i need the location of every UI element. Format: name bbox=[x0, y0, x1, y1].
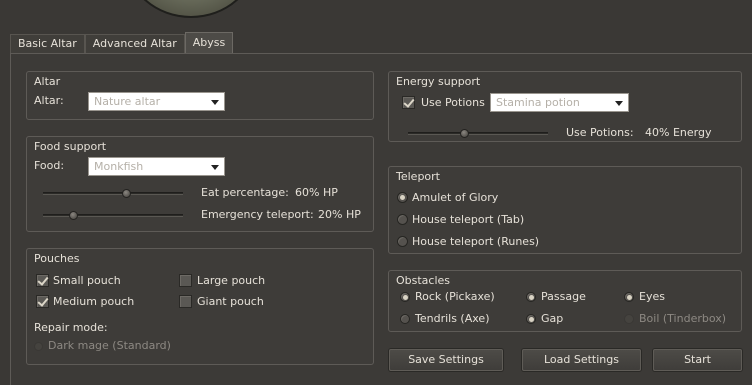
gap-radio[interactable] bbox=[526, 314, 536, 324]
energy-group-title: Energy support bbox=[396, 75, 481, 88]
save-settings-button[interactable]: Save Settings bbox=[389, 349, 503, 371]
eat-percentage-label: Eat percentage: bbox=[201, 186, 289, 199]
load-settings-button[interactable]: Load Settings bbox=[522, 349, 641, 371]
medium-pouch-label[interactable]: Medium pouch bbox=[53, 295, 134, 308]
food-group-title: Food support bbox=[34, 140, 107, 153]
emergency-teleport-slider[interactable] bbox=[43, 209, 183, 221]
slider-thumb[interactable] bbox=[69, 211, 78, 220]
tab-basic-altar[interactable]: Basic Altar bbox=[10, 34, 85, 53]
teleport-group-title: Teleport bbox=[396, 170, 440, 183]
food-group: Food support Food: Monkfish Eat percenta… bbox=[26, 136, 374, 232]
teleport-option-amulet[interactable]: Amulet of Glory bbox=[412, 191, 498, 204]
obstacles-group: Obstacles Rock (Pickaxe) Passage Eyes Te… bbox=[388, 270, 742, 332]
food-label: Food: bbox=[34, 159, 65, 172]
teleport-option-house-runes[interactable]: House teleport (Runes) bbox=[412, 235, 539, 248]
eyes-radio[interactable] bbox=[624, 292, 634, 302]
teleport-group: Teleport Amulet of Glory House teleport … bbox=[388, 166, 742, 254]
potion-select-value: Stamina potion bbox=[496, 96, 580, 109]
eat-percentage-value: 60% HP bbox=[295, 186, 338, 199]
food-select[interactable]: Monkfish bbox=[88, 157, 225, 176]
use-potions-slider-label: Use Potions: bbox=[566, 126, 634, 139]
slider-thumb[interactable] bbox=[122, 189, 131, 198]
start-button[interactable]: Start bbox=[653, 349, 742, 371]
teleport-option-house-tab[interactable]: House teleport (Tab) bbox=[412, 213, 524, 226]
teleport-radio-amulet[interactable] bbox=[397, 192, 408, 203]
altar-label: Altar: bbox=[34, 94, 64, 107]
dark-mage-radio[interactable] bbox=[34, 342, 43, 351]
pouches-group: Pouches Small pouch Large pouch Medium p… bbox=[26, 248, 374, 365]
energy-group: Energy support Use Potions Stamina potio… bbox=[388, 71, 742, 142]
pouches-group-title: Pouches bbox=[34, 252, 80, 265]
tab-bar: Basic Altar Advanced Altar Abyss bbox=[10, 32, 234, 53]
small-pouch-label[interactable]: Small pouch bbox=[53, 274, 121, 287]
rock-radio[interactable] bbox=[400, 292, 410, 302]
emergency-teleport-label: Emergency teleport: bbox=[201, 208, 314, 221]
repair-mode-label: Repair mode: bbox=[34, 321, 108, 334]
eat-percentage-slider[interactable] bbox=[43, 187, 183, 199]
emergency-teleport-value: 20% HP bbox=[318, 208, 361, 221]
teleport-radio-house-runes[interactable] bbox=[397, 236, 408, 247]
altar-select-value: Nature altar bbox=[94, 95, 161, 108]
altar-select[interactable]: Nature altar bbox=[88, 92, 225, 111]
chevron-down-icon bbox=[615, 101, 623, 106]
passage-label[interactable]: Passage bbox=[541, 290, 586, 303]
passage-radio[interactable] bbox=[526, 292, 536, 302]
use-potions-label[interactable]: Use Potions bbox=[421, 96, 485, 109]
obstacles-group-title: Obstacles bbox=[396, 274, 451, 287]
use-potions-checkbox[interactable] bbox=[402, 96, 415, 109]
tendrils-radio[interactable] bbox=[400, 314, 410, 324]
teleport-radio-house-tab[interactable] bbox=[397, 214, 408, 225]
small-pouch-checkbox[interactable] bbox=[36, 274, 49, 287]
chevron-down-icon bbox=[211, 100, 219, 105]
use-potions-slider-value: 40% Energy bbox=[645, 126, 712, 139]
altar-group: Altar Altar: Nature altar bbox=[26, 71, 374, 120]
app-logo bbox=[126, 0, 256, 18]
boil-label: Boil (Tinderbox) bbox=[639, 312, 727, 325]
tendrils-label[interactable]: Tendrils (Axe) bbox=[415, 312, 489, 325]
giant-pouch-label[interactable]: Giant pouch bbox=[197, 295, 264, 308]
abyss-panel: Altar Altar: Nature altar Food support F… bbox=[10, 53, 752, 385]
medium-pouch-checkbox[interactable] bbox=[36, 295, 49, 308]
slider-track bbox=[408, 132, 548, 135]
slider-thumb[interactable] bbox=[460, 129, 469, 138]
tab-abyss[interactable]: Abyss bbox=[184, 32, 234, 53]
giant-pouch-checkbox[interactable] bbox=[179, 295, 192, 308]
rock-label[interactable]: Rock (Pickaxe) bbox=[415, 290, 495, 303]
gap-label[interactable]: Gap bbox=[541, 312, 563, 325]
chevron-down-icon bbox=[211, 165, 219, 170]
slider-track bbox=[43, 192, 183, 195]
eyes-label[interactable]: Eyes bbox=[639, 290, 665, 303]
slider-track bbox=[43, 214, 183, 217]
use-potions-slider[interactable] bbox=[408, 127, 548, 139]
boil-radio[interactable] bbox=[624, 314, 634, 324]
food-select-value: Monkfish bbox=[94, 160, 144, 173]
altar-group-title: Altar bbox=[34, 75, 61, 88]
large-pouch-checkbox[interactable] bbox=[179, 274, 192, 287]
large-pouch-label[interactable]: Large pouch bbox=[197, 274, 265, 287]
potion-select[interactable]: Stamina potion bbox=[490, 93, 629, 112]
tab-advanced-altar[interactable]: Advanced Altar bbox=[84, 34, 185, 53]
dark-mage-label: Dark mage (Standard) bbox=[48, 339, 171, 352]
